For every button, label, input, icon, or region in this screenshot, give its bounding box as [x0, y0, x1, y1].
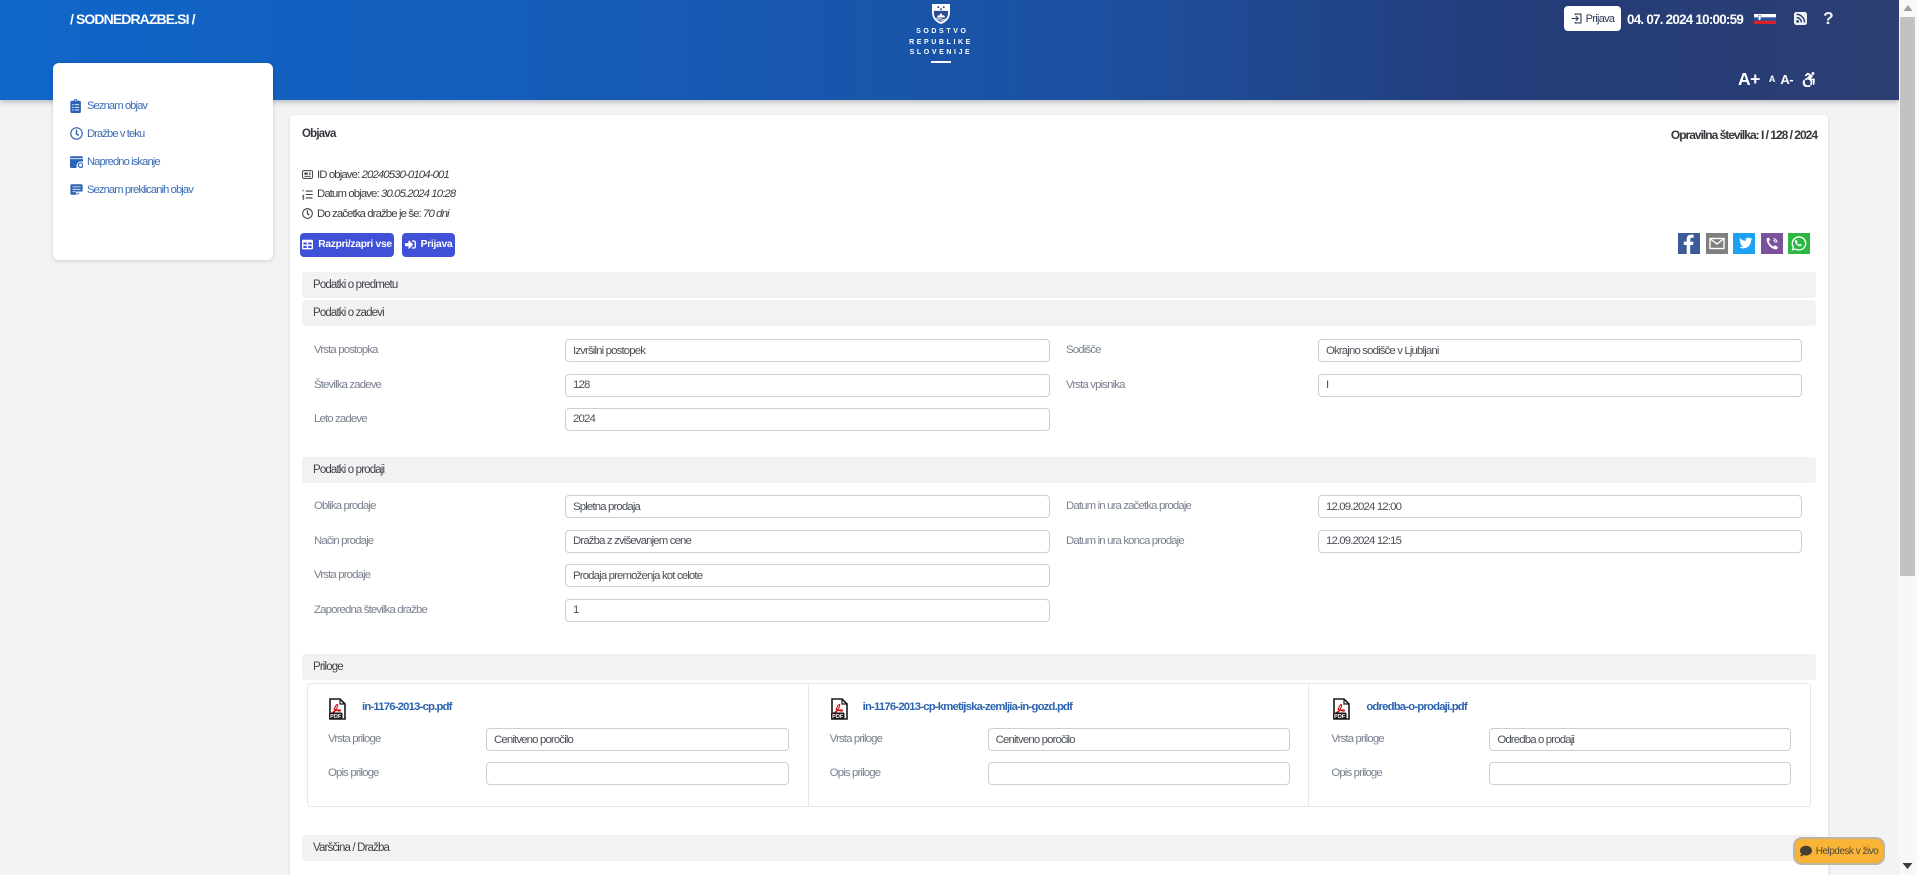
svg-text:PDF: PDF [832, 714, 844, 720]
svg-text:PDF: PDF [330, 714, 342, 720]
svg-text:PDF: PDF [1334, 714, 1346, 720]
